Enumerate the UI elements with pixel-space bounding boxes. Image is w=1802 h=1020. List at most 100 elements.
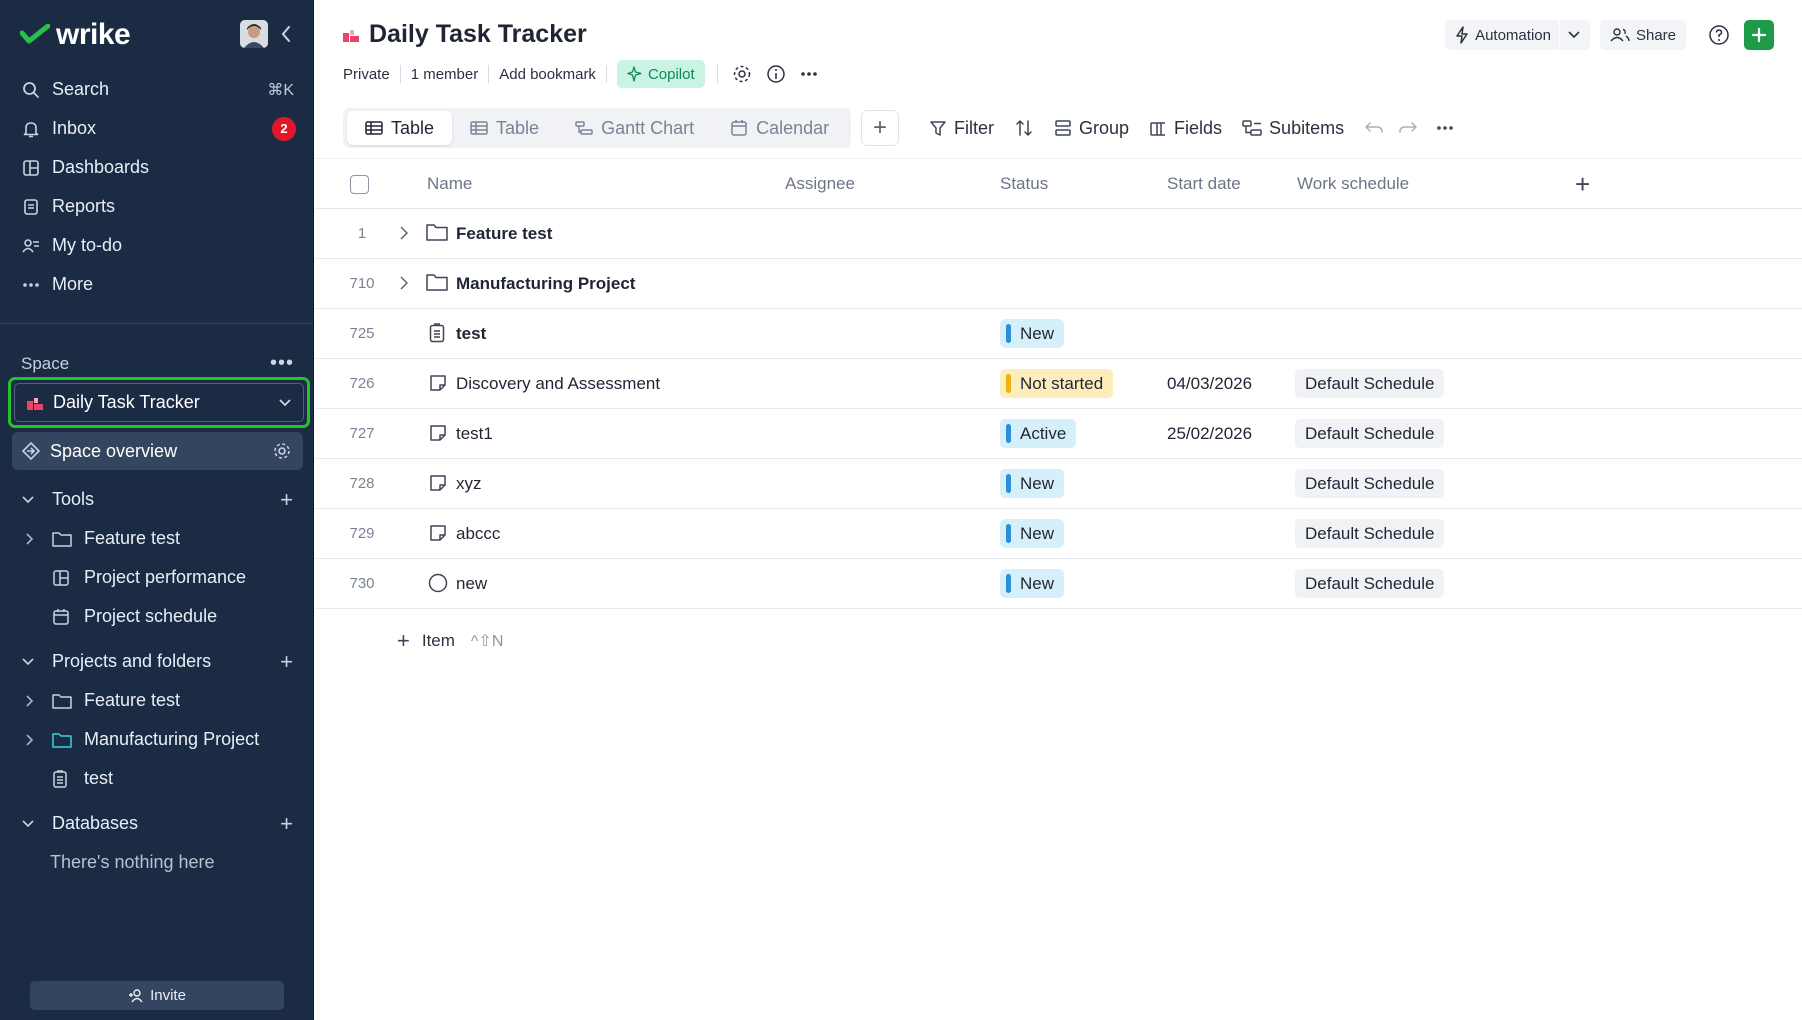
- page-title[interactable]: Daily Task Tracker: [369, 20, 587, 49]
- tree-item-manufacturing-project[interactable]: Manufacturing Project: [12, 720, 303, 759]
- fields-label: Fields: [1174, 117, 1223, 138]
- add-project-icon[interactable]: +: [280, 649, 293, 675]
- table-row[interactable]: 729 abccc New Default Schedule: [315, 509, 1802, 559]
- tab-table-2[interactable]: Table: [452, 111, 557, 145]
- start-date[interactable]: 25/02/2026: [1167, 424, 1252, 444]
- section-tools[interactable]: Tools +: [12, 480, 303, 519]
- wrike-check-icon: [20, 24, 50, 44]
- row-name[interactable]: test: [456, 324, 486, 344]
- table-row[interactable]: 725 test New: [315, 309, 1802, 359]
- table-row[interactable]: 728 xyz New Default Schedule: [315, 459, 1802, 509]
- search-shortcut: ⌘K: [267, 81, 294, 99]
- col-name[interactable]: Name: [427, 174, 472, 194]
- tab-table-1[interactable]: Table: [347, 111, 453, 145]
- more-options-button[interactable]: [1436, 112, 1461, 144]
- nav-my-todo[interactable]: My to-do: [12, 226, 302, 265]
- table-row[interactable]: 710 Manufacturing Project: [315, 259, 1802, 309]
- privacy-label[interactable]: Private: [343, 66, 390, 83]
- row-name[interactable]: xyz: [456, 474, 482, 494]
- status-badge[interactable]: New: [1000, 519, 1065, 548]
- space-selector[interactable]: Daily Task Tracker: [8, 377, 310, 428]
- gear-icon[interactable]: [273, 442, 291, 460]
- automation-button[interactable]: Automation: [1445, 20, 1590, 50]
- work-schedule[interactable]: Default Schedule: [1295, 419, 1445, 448]
- sort-button[interactable]: [1014, 112, 1034, 144]
- chevron-right-icon[interactable]: [26, 532, 40, 545]
- undo-button[interactable]: [1364, 112, 1384, 144]
- space-overview[interactable]: Space overview: [12, 432, 303, 470]
- table-row[interactable]: 1 Feature test: [315, 209, 1802, 259]
- work-schedule[interactable]: Default Schedule: [1295, 369, 1445, 398]
- more-dots-icon[interactable]: [800, 71, 818, 77]
- add-view-button[interactable]: +: [861, 110, 899, 146]
- add-new-button[interactable]: [1744, 20, 1774, 50]
- chevron-down-icon[interactable]: [1568, 31, 1580, 39]
- help-icon[interactable]: [1708, 24, 1730, 46]
- section-databases[interactable]: Databases +: [12, 804, 303, 843]
- add-item-button[interactable]: + Item ^⇧N: [397, 628, 503, 654]
- work-schedule[interactable]: Default Schedule: [1295, 469, 1445, 498]
- table-row[interactable]: 727 test1 Active 25/02/2026 Default Sche…: [315, 409, 1802, 459]
- status-label: New: [1020, 573, 1055, 593]
- start-date[interactable]: 04/03/2026: [1167, 374, 1252, 394]
- row-name[interactable]: Discovery and Assessment: [456, 374, 660, 394]
- wrike-logo[interactable]: wrike: [20, 18, 131, 52]
- add-column-icon[interactable]: +: [1575, 169, 1590, 200]
- status-badge[interactable]: New: [1000, 569, 1065, 598]
- subitems-button[interactable]: Subitems: [1242, 112, 1344, 144]
- tab-label: Table: [496, 117, 540, 138]
- add-tool-icon[interactable]: +: [280, 487, 293, 513]
- copilot-button[interactable]: Copilot: [616, 60, 705, 88]
- table-row[interactable]: 726 Discovery and Assessment Not started…: [315, 359, 1802, 409]
- chevron-right-icon[interactable]: [26, 733, 40, 746]
- invite-button[interactable]: Invite: [30, 981, 284, 1010]
- share-button[interactable]: Share: [1599, 20, 1686, 50]
- nav-inbox[interactable]: Inbox 2: [12, 109, 302, 148]
- tree-item-feature-test[interactable]: Feature test: [12, 519, 303, 558]
- col-work-schedule[interactable]: Work schedule: [1297, 174, 1409, 194]
- section-projects[interactable]: Projects and folders +: [12, 642, 303, 681]
- tree-item-project-schedule[interactable]: Project schedule: [12, 597, 303, 636]
- row-name[interactable]: Manufacturing Project: [456, 274, 635, 294]
- row-name[interactable]: Feature test: [456, 224, 552, 244]
- col-status[interactable]: Status: [1000, 174, 1048, 194]
- table-row[interactable]: 730 new New Default Schedule: [315, 559, 1802, 609]
- fields-button[interactable]: Fields: [1149, 112, 1222, 144]
- tree-item-test[interactable]: test: [12, 759, 303, 798]
- status-badge[interactable]: Active: [1000, 419, 1077, 448]
- row-name[interactable]: test1: [456, 424, 493, 444]
- work-schedule[interactable]: Default Schedule: [1295, 569, 1445, 598]
- tree-item-feature-test-folder[interactable]: Feature test: [12, 681, 303, 720]
- chevron-right-icon[interactable]: [400, 226, 408, 240]
- nav-dashboards[interactable]: Dashboards: [12, 148, 302, 187]
- row-name[interactable]: abccc: [456, 524, 500, 544]
- redo-button[interactable]: [1398, 112, 1418, 144]
- col-assignee[interactable]: Assignee: [785, 174, 855, 194]
- nav-search[interactable]: Search ⌘K: [12, 70, 302, 109]
- info-icon[interactable]: [766, 64, 786, 84]
- filter-button[interactable]: Filter: [929, 112, 994, 144]
- col-start-date[interactable]: Start date: [1167, 174, 1241, 194]
- tab-calendar[interactable]: Calendar: [712, 111, 847, 145]
- status-badge[interactable]: New: [1000, 319, 1065, 348]
- add-bookmark-link[interactable]: Add bookmark: [499, 66, 596, 83]
- tree-item-project-performance[interactable]: Project performance: [12, 558, 303, 597]
- chevron-right-icon[interactable]: [26, 694, 40, 707]
- chevron-right-icon[interactable]: [400, 276, 408, 290]
- members-label[interactable]: 1 member: [411, 66, 479, 83]
- space-more-icon[interactable]: •••: [270, 352, 294, 375]
- nav-reports[interactable]: Reports: [12, 187, 302, 226]
- group-button[interactable]: Group: [1054, 112, 1129, 144]
- avatar[interactable]: [240, 20, 268, 48]
- calendar-icon: [730, 119, 748, 137]
- collapse-sidebar-icon[interactable]: [280, 25, 292, 43]
- select-all-checkbox[interactable]: [350, 175, 369, 194]
- status-badge[interactable]: Not started: [1000, 369, 1114, 398]
- row-name[interactable]: new: [456, 574, 487, 594]
- tab-gantt-chart[interactable]: Gantt Chart: [557, 111, 712, 145]
- add-database-icon[interactable]: +: [280, 811, 293, 837]
- nav-more[interactable]: More: [12, 265, 302, 304]
- status-badge[interactable]: New: [1000, 469, 1065, 498]
- work-schedule[interactable]: Default Schedule: [1295, 519, 1445, 548]
- gear-icon[interactable]: [732, 64, 752, 84]
